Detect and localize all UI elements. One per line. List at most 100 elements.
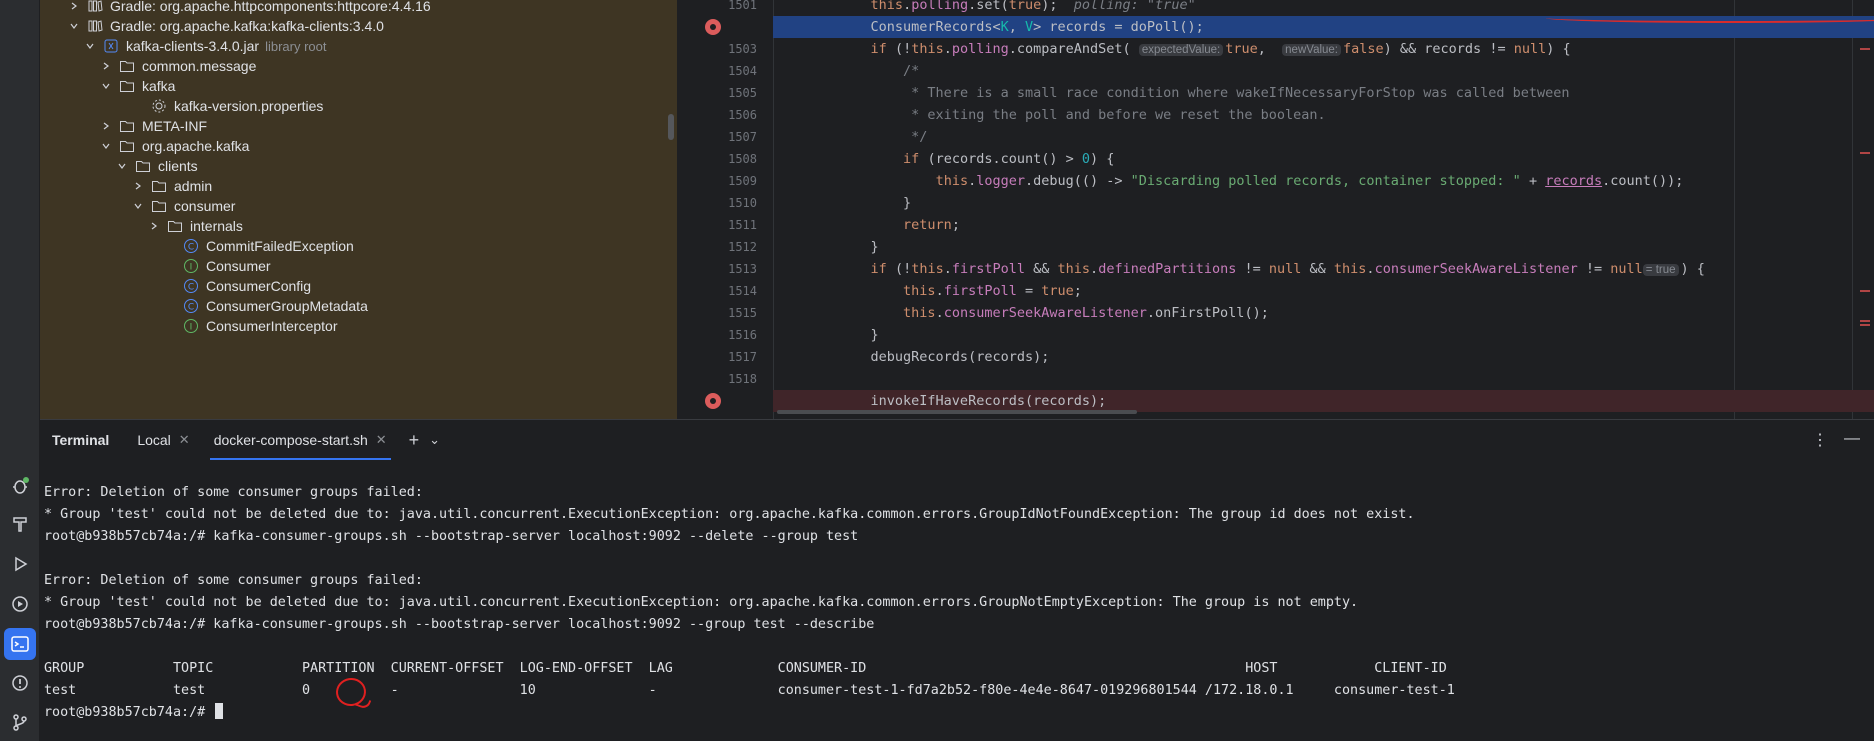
interface-icon: I bbox=[182, 317, 200, 335]
tree-item[interactable]: META-INF bbox=[40, 116, 677, 136]
tree-item-label: consumer bbox=[174, 198, 236, 214]
chevron-down-icon[interactable]: ⌄ bbox=[429, 432, 440, 448]
tree-item[interactable]: kafka-version.properties bbox=[40, 96, 677, 116]
code-line: } bbox=[773, 327, 879, 343]
line-number: 1512 bbox=[728, 240, 757, 254]
breakpoint-icon[interactable] bbox=[705, 19, 721, 35]
tree-item[interactable]: kafka-clients-3.4.0.jar library root bbox=[40, 36, 677, 56]
terminal-cursor bbox=[215, 703, 224, 719]
tree-item[interactable]: consumer bbox=[40, 196, 677, 216]
new-tab-icon[interactable]: + bbox=[409, 430, 420, 451]
tree-item[interactable]: I Consumer bbox=[40, 256, 677, 276]
class-icon: C bbox=[182, 297, 200, 315]
terminal-line: root@b938b57cb74a:/# kafka-consumer-grou… bbox=[44, 617, 875, 632]
chevron-right-icon[interactable] bbox=[98, 118, 114, 134]
code-line: this.logger.debug(() -> "Discarding poll… bbox=[935, 173, 1684, 189]
folder-icon bbox=[150, 177, 168, 195]
chevron-right-icon[interactable] bbox=[130, 178, 146, 194]
svg-text:C: C bbox=[188, 283, 194, 293]
line-number: 1507 bbox=[728, 130, 757, 144]
tree-item-label: kafka bbox=[142, 78, 176, 94]
chevron-right-icon[interactable] bbox=[98, 58, 114, 74]
line-number: 1516 bbox=[728, 328, 757, 342]
close-icon[interactable]: ✕ bbox=[179, 432, 190, 448]
problems-icon bbox=[12, 675, 28, 691]
tree-item[interactable]: internals bbox=[40, 216, 677, 236]
code-line: invokeIfHaveRecords(records); bbox=[773, 393, 1107, 409]
line-number: 1508 bbox=[728, 152, 757, 166]
interface-icon: I bbox=[182, 257, 200, 275]
tree-item[interactable]: Gradle: org.apache.httpcomponents:httpco… bbox=[40, 0, 677, 16]
chevron-down-icon[interactable] bbox=[98, 138, 114, 154]
run-tool-button[interactable] bbox=[4, 548, 36, 580]
code-line: * There is a small race condition where … bbox=[903, 85, 1570, 101]
tree-item[interactable]: Gradle: org.apache.kafka:kafka-clients:3… bbox=[40, 16, 677, 36]
folder-icon bbox=[118, 117, 136, 135]
close-icon[interactable]: ✕ bbox=[376, 432, 387, 448]
git-tool-button[interactable] bbox=[4, 706, 36, 738]
terminal-title: Terminal bbox=[52, 432, 110, 448]
folder-icon bbox=[134, 157, 152, 175]
project-tree: Gradle: org.apache.httpcomponents:httpco… bbox=[40, 0, 677, 419]
library-icon bbox=[86, 17, 104, 35]
tab-docker-compose-start[interactable]: docker-compose-start.sh ✕ bbox=[202, 420, 399, 460]
tree-item-hint: library root bbox=[265, 38, 327, 54]
line-number: 1513 bbox=[728, 262, 757, 276]
value-hint: = true bbox=[1642, 264, 1679, 276]
line-number: 1515 bbox=[728, 306, 757, 320]
code-line: debugRecords(records); bbox=[773, 349, 1050, 365]
line-number: 1503 bbox=[728, 42, 757, 56]
terminal-line: root@b938b57cb74a:/# kafka-consumer-grou… bbox=[44, 529, 859, 544]
folder-icon bbox=[118, 137, 136, 155]
code-editor[interactable]: 1501 1503 1504 1505 1506 1507 1508 1509 1510 1511… bbox=[677, 0, 1874, 419]
class-icon: C bbox=[182, 237, 200, 255]
tree-item[interactable]: C ConsumerGroupMetadata bbox=[40, 296, 677, 316]
tree-item-label: Gradle: org.apache.kafka:kafka-clients:3… bbox=[110, 18, 384, 34]
parameter-hint: expectedValue: bbox=[1138, 44, 1224, 56]
tree-item-label: kafka-clients-3.4.0.jar bbox=[126, 38, 260, 54]
chevron-down-icon[interactable] bbox=[130, 198, 146, 214]
terminal-tool-button[interactable] bbox=[4, 628, 36, 660]
tree-item[interactable]: admin bbox=[40, 176, 677, 196]
tab-local[interactable]: Local ✕ bbox=[125, 420, 201, 460]
services-tool-button[interactable] bbox=[4, 588, 36, 620]
tree-item[interactable]: common.message bbox=[40, 56, 677, 76]
code-line: } bbox=[773, 195, 912, 211]
svg-text:C: C bbox=[188, 243, 194, 253]
tree-item[interactable]: org.apache.kafka bbox=[40, 136, 677, 156]
chevron-down-icon[interactable] bbox=[114, 158, 130, 174]
tree-item[interactable]: C ConsumerConfig bbox=[40, 276, 677, 296]
minimize-icon[interactable]: — bbox=[1844, 430, 1860, 448]
tree-item[interactable]: kafka bbox=[40, 76, 677, 96]
terminal-line: GROUP TOPIC PARTITION CURRENT-OFFSET LOG… bbox=[44, 661, 1447, 676]
jar-icon bbox=[102, 37, 120, 55]
breakpoint-icon[interactable] bbox=[705, 393, 721, 409]
tree-item[interactable]: C CommitFailedException bbox=[40, 236, 677, 256]
code-line: } bbox=[773, 239, 879, 255]
terminal-output[interactable]: Error: Deletion of some consumer groups … bbox=[44, 482, 1874, 724]
chevron-down-icon[interactable] bbox=[98, 78, 114, 94]
chevron-down-icon[interactable] bbox=[82, 38, 98, 54]
chevron-down-icon[interactable] bbox=[66, 18, 82, 34]
terminal-prompt: root@b938b57cb74a:/# bbox=[44, 705, 206, 720]
properties-file-icon bbox=[150, 97, 168, 115]
problems-tool-button[interactable] bbox=[4, 667, 36, 699]
editor-horizontal-scrollbar[interactable] bbox=[777, 410, 1137, 414]
svg-text:C: C bbox=[188, 303, 194, 313]
debug-tool-button[interactable] bbox=[4, 470, 36, 502]
tree-item[interactable]: I ConsumerInterceptor bbox=[40, 316, 677, 336]
chevron-right-icon[interactable] bbox=[146, 218, 162, 234]
tab-label: Local bbox=[137, 432, 171, 448]
terminal-prompt-line[interactable]: root@b938b57cb74a:/# bbox=[44, 702, 1874, 724]
code-line: this.consumerSeekAwareListener.onFirstPo… bbox=[903, 305, 1269, 321]
more-options-icon[interactable]: ⋮ bbox=[1812, 430, 1828, 450]
chevron-right-icon[interactable] bbox=[66, 0, 82, 14]
line-number: 1509 bbox=[728, 174, 757, 188]
tree-item-label: org.apache.kafka bbox=[142, 138, 250, 154]
build-tool-button[interactable] bbox=[4, 508, 36, 540]
tree-item[interactable]: clients bbox=[40, 156, 677, 176]
terminal-line: * Group 'test' could not be deleted due … bbox=[44, 595, 1359, 610]
tree-item-label: admin bbox=[174, 178, 213, 194]
